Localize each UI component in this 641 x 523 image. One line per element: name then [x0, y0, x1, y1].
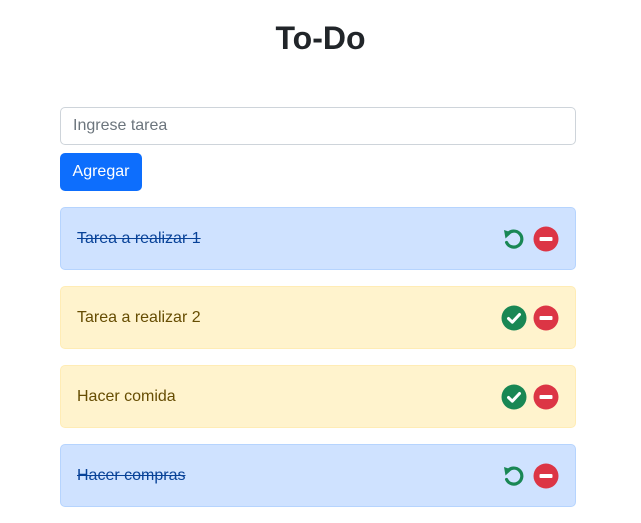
minus-circle-icon[interactable] [533, 463, 559, 489]
task-text: Hacer comida [77, 387, 176, 405]
minus-circle-icon[interactable] [533, 384, 559, 410]
task-list: Tarea a realizar 1 Tarea a realizar 2 Ha… [60, 207, 576, 523]
page-title: To-Do [275, 20, 366, 56]
task-text: Hacer compras [77, 466, 186, 484]
task-item: Hacer comida [60, 365, 576, 428]
task-item: Tarea a realizar 2 [60, 286, 576, 349]
task-item: Hacer compras [60, 444, 576, 507]
task-actions [501, 384, 559, 410]
undo-icon[interactable] [501, 226, 527, 252]
minus-circle-icon[interactable] [533, 226, 559, 252]
task-actions [501, 305, 559, 331]
undo-icon[interactable] [501, 463, 527, 489]
task-text: Tarea a realizar 1 [77, 229, 201, 247]
task-item: Tarea a realizar 1 [60, 207, 576, 270]
task-input[interactable] [60, 107, 576, 145]
check-circle-icon[interactable] [501, 305, 527, 331]
task-actions [501, 226, 559, 252]
minus-circle-icon[interactable] [533, 305, 559, 331]
task-actions [501, 463, 559, 489]
add-task-button[interactable]: Agregar [60, 153, 142, 191]
check-circle-icon[interactable] [501, 384, 527, 410]
task-text: Tarea a realizar 2 [77, 308, 201, 326]
